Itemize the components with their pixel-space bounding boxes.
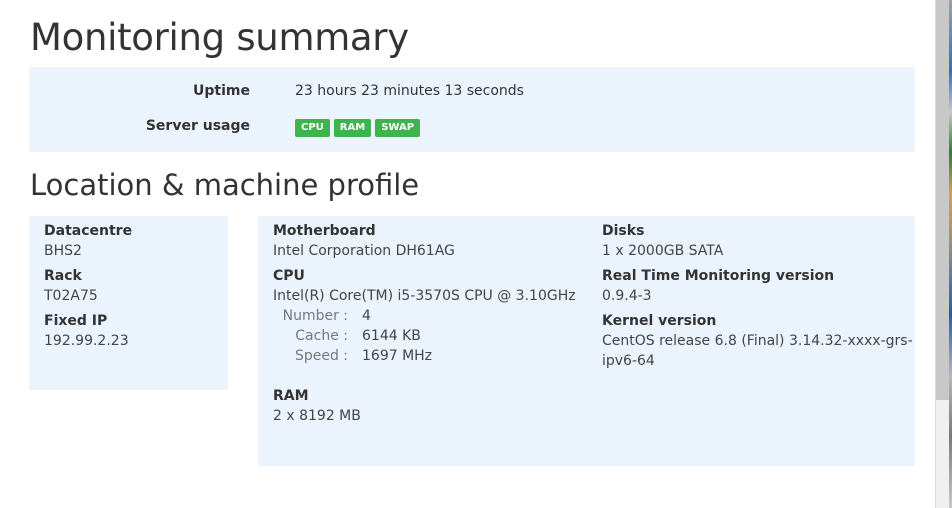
cpu-speed-label: Speed :: [294, 348, 348, 364]
monitoring-summary-title: Monitoring summary: [30, 16, 409, 59]
ram-label: RAM: [273, 388, 309, 404]
disks-label: Disks: [602, 223, 645, 239]
cpu-cache-label: Cache :: [295, 328, 348, 344]
fixed-ip-label: Fixed IP: [44, 313, 108, 329]
location-profile-title: Location & machine profile: [30, 168, 420, 202]
scrollbar-thumb[interactable]: [936, 0, 949, 400]
cpu-cache-value: 6144 KB: [362, 328, 421, 344]
disks-value: 1 x 2000GB SATA: [602, 243, 724, 259]
kernel-version-line2: ipv6-64: [602, 353, 655, 369]
motherboard-label: Motherboard: [273, 223, 376, 239]
cpu-label: CPU: [273, 268, 305, 284]
datacentre-value: BHS2: [44, 243, 82, 259]
cpu-usage-badge[interactable]: CPU: [295, 119, 330, 137]
kernel-version-label: Kernel version: [602, 313, 717, 329]
kernel-version-line1: CentOS release 6.8 (Final) 3.14.32-xxxx-…: [602, 333, 913, 349]
motherboard-value: Intel Corporation DH61AG: [273, 243, 455, 259]
monitoring-summary-panel: Uptime 23 hours 23 minutes 13 seconds Se…: [29, 67, 915, 152]
cpu-number-label: Number :: [282, 308, 348, 324]
rtm-version-label: Real Time Monitoring version: [602, 268, 835, 284]
machine-profile-panel: Motherboard Intel Corporation DH61AG CPU…: [258, 216, 915, 466]
rack-label: Rack: [44, 268, 82, 284]
server-usage-label: Server usage: [145, 118, 250, 134]
cpu-value: Intel(R) Core(TM) i5-3570S CPU @ 3.10GHz: [273, 288, 576, 304]
swap-usage-badge[interactable]: SWAP: [375, 119, 421, 137]
cpu-number-value: 4: [362, 308, 371, 324]
uptime-value: 23 hours 23 minutes 13 seconds: [295, 83, 524, 99]
server-usage-badges: CPU RAM SWAP: [295, 119, 421, 137]
cpu-speed-value: 1697 MHz: [362, 348, 433, 364]
location-panel: Datacentre BHS2 Rack T02A75 Fixed IP 192…: [29, 216, 228, 390]
rtm-version-value: 0.9.4-3: [602, 288, 652, 304]
ram-value: 2 x 8192 MB: [273, 408, 361, 424]
rack-value: T02A75: [44, 288, 98, 304]
datacentre-label: Datacentre: [44, 223, 133, 239]
ram-usage-badge[interactable]: RAM: [333, 119, 372, 137]
page-content: Monitoring summary Uptime 23 hours 23 mi…: [0, 0, 935, 508]
uptime-label: Uptime: [193, 83, 250, 99]
fixed-ip-value: 192.99.2.23: [44, 333, 129, 349]
